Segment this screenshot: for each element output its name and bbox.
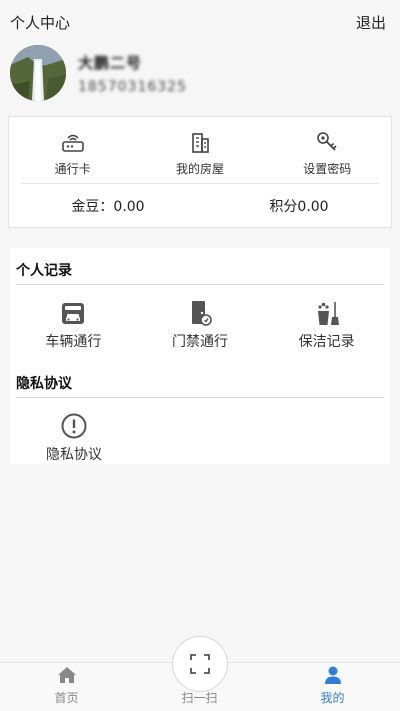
personal-records-title: 个人记录 (16, 263, 72, 279)
cleaning-records-label: 保洁记录 (298, 334, 355, 350)
building-icon (192, 133, 209, 153)
logout-button[interactable]: 退出 (356, 12, 386, 33)
quick-actions-row: 通行卡 我的房屋 设置密码 (9, 117, 391, 183)
set-password-label: 设置密码 (303, 162, 352, 176)
points-stat[interactable]: 积分0.00 (269, 196, 328, 216)
gold-beans-value: 0.00 (113, 199, 145, 215)
my-house-label: 我的房屋 (175, 162, 224, 176)
quick-actions-card: 通行卡 我的房屋 设置密码 金豆：0.00 积分0.00 (8, 116, 392, 228)
home-icon (57, 667, 76, 683)
router-card-icon (61, 134, 84, 152)
key-icon (317, 132, 337, 151)
tab-home-label: 首页 (54, 691, 79, 705)
privacy-row: 隐私协议 (10, 398, 390, 474)
cleaning-icon (317, 302, 339, 325)
gold-beans-stat[interactable]: 金豆：0.00 (71, 196, 144, 216)
personal-records-row: 车辆通行 门禁通行 保洁记录 (10, 285, 390, 361)
user-icon (324, 666, 341, 684)
profile-name: 大鹏二号 (78, 53, 143, 72)
door-access-button[interactable]: 门禁通行 (137, 299, 264, 361)
avatar-waterfall-image (10, 45, 66, 101)
page-title: 个人中心 (10, 13, 71, 32)
user-profile[interactable]: 大鹏二号 18570316325 (10, 44, 390, 102)
scan-button[interactable] (172, 636, 228, 692)
tab-mine[interactable]: 我的 (266, 663, 399, 711)
my-house-button[interactable]: 我的房屋 (150, 129, 250, 183)
privacy-agreement-button[interactable]: 隐私协议 (10, 412, 138, 474)
privacy-title: 隐私协议 (16, 376, 72, 392)
records-section: 个人记录 车辆通行 门禁通行 保洁记录 隐私协议 隐私协议 (10, 248, 390, 464)
avatar[interactable] (10, 45, 66, 101)
door-access-icon (192, 301, 212, 326)
vehicle-access-label: 车辆通行 (45, 334, 102, 350)
points-label: 积分 (269, 199, 298, 215)
door-access-label: 门禁通行 (172, 334, 228, 350)
points-value: 0.00 (297, 199, 329, 215)
car-gate-icon (62, 303, 85, 324)
profile-text: 大鹏二号 18570316325 (78, 52, 187, 95)
tab-mine-label: 我的 (320, 691, 345, 705)
vehicle-access-button[interactable]: 车辆通行 (10, 299, 137, 361)
gold-beans-label: 金豆： (71, 199, 114, 215)
tab-home[interactable]: 首页 (0, 663, 133, 711)
cleaning-records-button[interactable]: 保洁记录 (263, 299, 390, 361)
scan-frame-icon (190, 654, 210, 674)
pass-card-label: 通行卡 (54, 162, 91, 176)
profile-phone: 18570316325 (78, 78, 187, 95)
alert-circle-icon (61, 413, 87, 439)
stats-row: 金豆：0.00 积分0.00 (9, 184, 391, 228)
top-header: 个人中心 退出 (0, 0, 400, 44)
set-password-button[interactable]: 设置密码 (277, 129, 377, 183)
pass-card-button[interactable]: 通行卡 (23, 129, 123, 183)
privacy-agreement-label: 隐私协议 (46, 447, 102, 463)
